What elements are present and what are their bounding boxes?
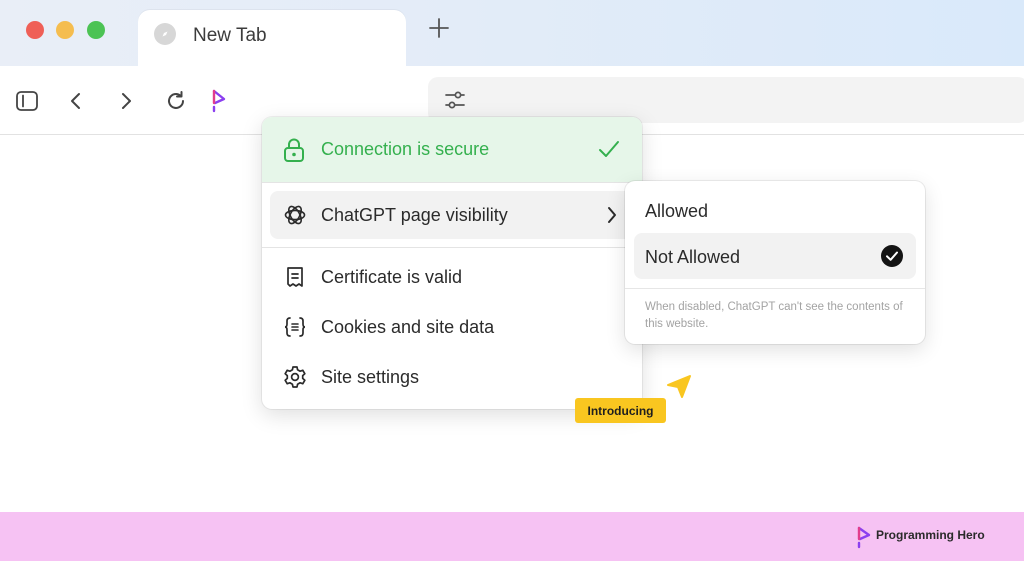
extension-button[interactable] <box>203 86 233 116</box>
back-button[interactable] <box>61 86 91 116</box>
site-info-popup: Connection is secure ChatGPT page visibi… <box>262 117 642 409</box>
close-window-button[interactable] <box>26 21 44 39</box>
gear-icon <box>282 364 308 390</box>
minimize-window-button[interactable] <box>56 21 74 39</box>
divider <box>262 182 642 183</box>
visibility-submenu: Allowed Not Allowed When disabled, ChatG… <box>625 181 925 344</box>
connection-status-row[interactable]: Connection is secure <box>262 117 642 182</box>
footer-banner: Programming Hero <box>0 512 1024 561</box>
certificate-item[interactable]: Certificate is valid <box>270 255 634 299</box>
chatgpt-visibility-label: ChatGPT page visibility <box>321 205 508 225</box>
certificate-icon <box>282 264 308 290</box>
cookies-label: Cookies and site data <box>321 317 495 337</box>
sidebar-toggle-button[interactable] <box>12 86 42 116</box>
connection-status-label: Connection is secure <box>321 139 490 159</box>
brand-name: Programming Hero <box>876 528 985 542</box>
site-settings-label: Site settings <box>321 367 420 387</box>
lock-icon <box>284 138 304 162</box>
divider <box>625 288 925 289</box>
introducing-badge: Introducing <box>575 398 666 423</box>
cookies-item[interactable]: Cookies and site data <box>270 305 634 349</box>
window-titlebar: New Tab <box>0 0 1024 68</box>
reload-icon <box>168 91 184 109</box>
visibility-note: When disabled, ChatGPT can't see the con… <box>645 301 903 330</box>
checkmark-icon <box>599 141 619 157</box>
site-settings-item[interactable]: Site settings <box>270 355 634 399</box>
option-allowed[interactable]: Allowed <box>645 201 708 222</box>
sliders-icon <box>445 91 465 109</box>
programming-hero-logo-icon <box>857 526 871 549</box>
braces-icon <box>282 314 308 340</box>
cursor-arrow-icon <box>667 375 691 398</box>
chatgpt-logo-icon <box>282 202 308 228</box>
site-settings-toggle[interactable] <box>442 87 468 113</box>
forward-button[interactable] <box>111 86 141 116</box>
chatgpt-visibility-item[interactable]: ChatGPT page visibility <box>270 191 634 239</box>
option-not-allowed-label: Not Allowed <box>645 247 741 267</box>
new-tab-button[interactable] <box>425 14 453 42</box>
chevron-right-icon <box>608 207 616 223</box>
compass-icon <box>154 23 176 45</box>
plus-icon <box>429 18 449 38</box>
zoom-window-button[interactable] <box>87 21 105 39</box>
divider <box>262 247 642 248</box>
tab-new-tab[interactable]: New Tab <box>138 10 406 68</box>
sidebar-toggle-icon <box>16 91 38 111</box>
reload-button[interactable] <box>161 86 191 116</box>
tab-title: New Tab <box>193 25 267 46</box>
certificate-label: Certificate is valid <box>321 267 463 287</box>
programming-hero-icon <box>212 89 226 113</box>
chevron-right-icon <box>122 93 131 109</box>
selected-check-icon <box>881 245 903 267</box>
chevron-left-icon <box>71 93 80 109</box>
option-not-allowed[interactable]: Not Allowed <box>634 233 916 279</box>
